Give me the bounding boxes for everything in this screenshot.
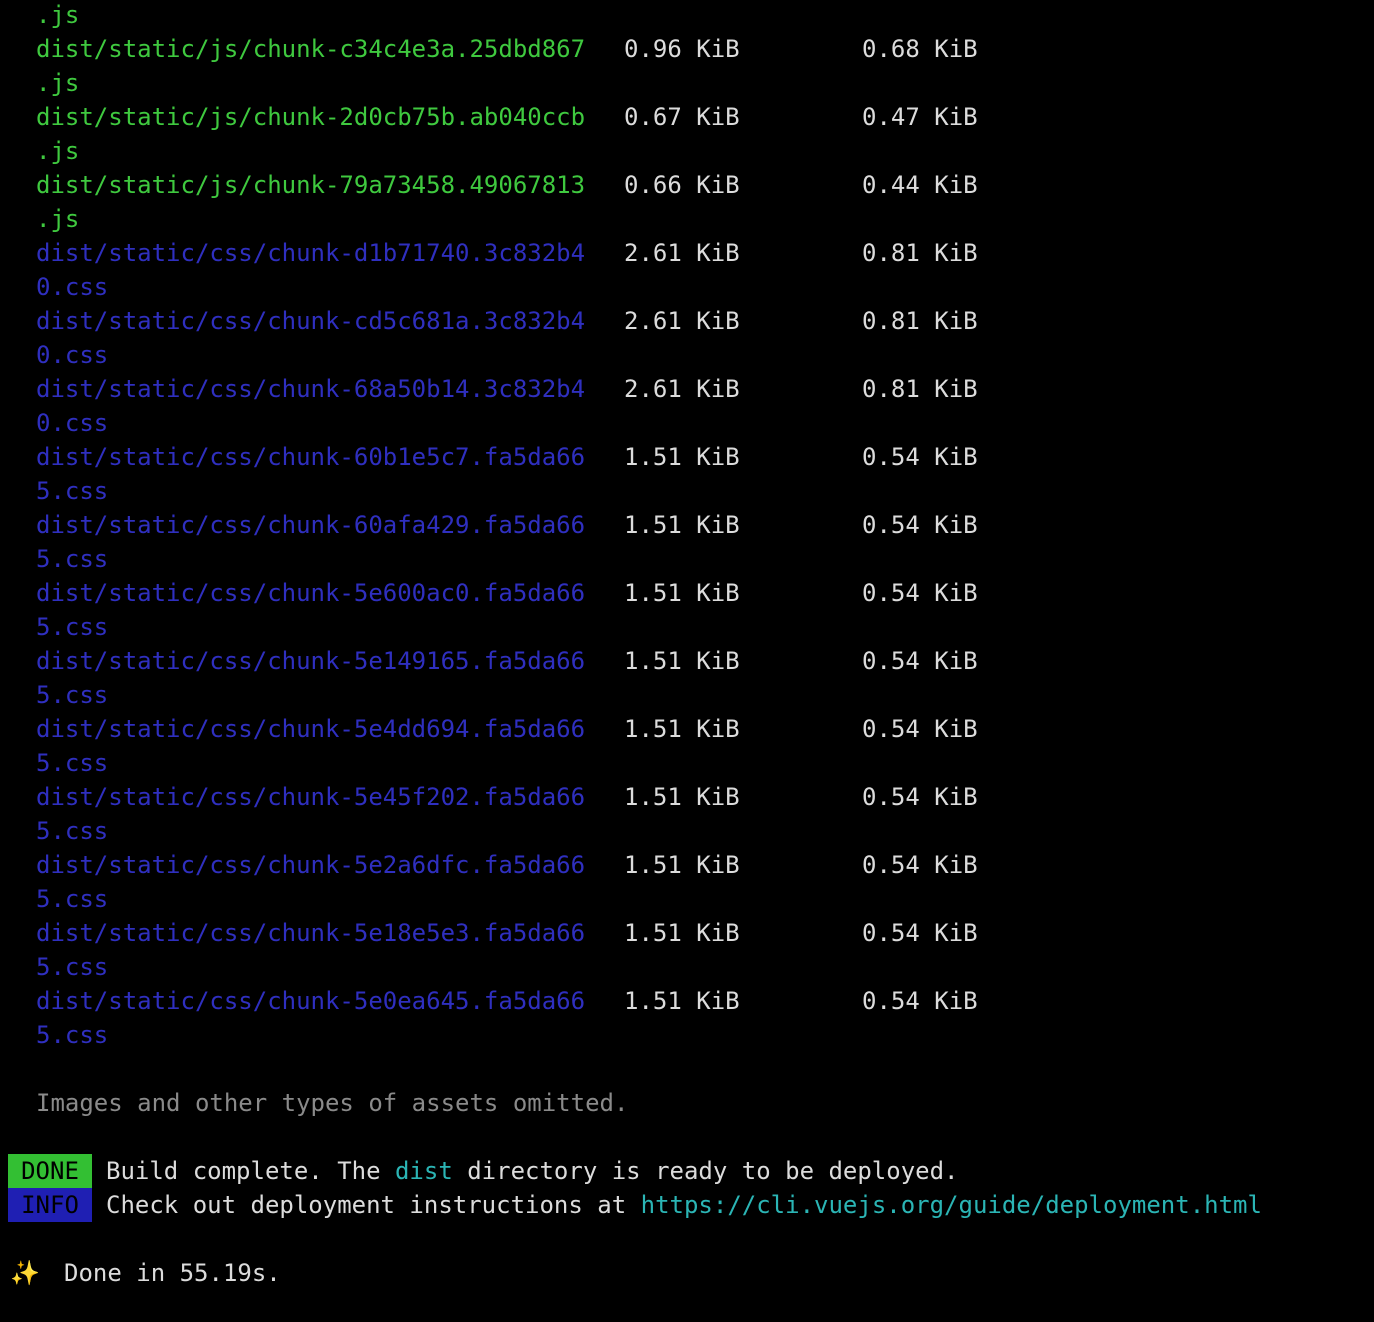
asset-size: 0.66 KiB [624,171,740,199]
asset-gzipped-size: 0.54 KiB [862,783,978,811]
asset-filename: dist/static/css/chunk-60afa429.fa5da66 [36,511,586,539]
asset-gzipped-size: 0.54 KiB [862,647,978,675]
assets-omitted-note: Images and other types of assets omitted… [36,1089,629,1117]
asset-size: 1.51 KiB [624,783,740,811]
asset-filename-continuation: 0.css [36,409,109,437]
asset-gzipped-size: 0.44 KiB [862,171,978,199]
asset-filename-continuation: 5.css [36,477,109,505]
asset-gzipped-size: 0.54 KiB [862,851,978,879]
asset-size: 1.51 KiB [624,647,740,675]
asset-size: 2.61 KiB [624,375,740,403]
asset-filename: dist/static/css/chunk-5e18e5e3.fa5da66 [36,919,586,947]
asset-filename: dist/static/css/chunk-60b1e5c7.fa5da66 [36,443,586,471]
deployment-link[interactable]: https://cli.vuejs.org/guide/deployment.h… [641,1191,1262,1219]
asset-size: 1.51 KiB [624,919,740,947]
dist-highlight: dist [394,1157,453,1185]
asset-filename-continuation: .js [36,205,80,233]
asset-gzipped-size: 0.81 KiB [862,375,978,403]
asset-size: 1.51 KiB [624,715,740,743]
done-badge: DONE [8,1154,92,1188]
asset-gzipped-size: 0.81 KiB [862,239,978,267]
asset-filename-continuation: .js [36,137,80,165]
asset-gzipped-size: 0.54 KiB [862,715,978,743]
asset-gzipped-size: 0.54 KiB [862,987,978,1015]
asset-size: 1.51 KiB [624,511,740,539]
asset-filename-continuation: 5.css [36,1021,109,1049]
asset-filename-continuation: 5.css [36,817,109,845]
asset-filename: dist/static/css/chunk-5e149165.fa5da66 [36,647,586,675]
asset-filename-continuation: 5.css [36,953,109,981]
asset-size: 2.61 KiB [624,239,740,267]
asset-filename-continuation: 5.css [36,749,109,777]
asset-filename: dist/static/css/chunk-5e4dd694.fa5da66 [36,715,586,743]
sparkle-icon: ✨ [10,1259,40,1287]
terminal-window: .js dist/static/js/chunk-c34c4e3a.25dbd86… [0,0,1374,1322]
asset-filename-continuation: 0.css [36,341,109,369]
done-message-post: directory is ready to be deployed. [452,1157,959,1185]
done-message-pre: Build complete. The [106,1157,395,1185]
asset-filename: dist/static/js/chunk-79a73458.49067813 [36,171,586,199]
info-message-pre: Check out deployment instructions at [106,1191,641,1219]
asset-gzipped-size: 0.68 KiB [862,35,978,63]
asset-gzipped-size: 0.54 KiB [862,511,978,539]
done-message: Build complete. The dist directory is re… [106,1154,959,1188]
asset-size: 1.51 KiB [624,851,740,879]
asset-size: 1.51 KiB [624,443,740,471]
asset-filename: dist/static/css/chunk-5e2a6dfc.fa5da66 [36,851,586,879]
asset-filename-continuation: 5.css [36,885,109,913]
asset-size: 1.51 KiB [624,579,740,607]
info-message: Check out deployment instructions at htt… [106,1188,1262,1222]
asset-gzipped-size: 0.81 KiB [862,307,978,335]
asset-filename: dist/static/css/chunk-cd5c681a.3c832b4 [36,307,586,335]
asset-filename: dist/static/css/chunk-d1b71740.3c832b4 [36,239,586,267]
asset-filename-continuation: .js [36,69,80,97]
asset-filename-continuation: .js [36,1,80,29]
asset-gzipped-size: 0.47 KiB [862,103,978,131]
asset-filename: dist/static/css/chunk-5e0ea645.fa5da66 [36,987,586,1015]
asset-gzipped-size: 0.54 KiB [862,443,978,471]
asset-size: 0.96 KiB [624,35,740,63]
asset-filename: dist/static/css/chunk-5e600ac0.fa5da66 [36,579,586,607]
asset-size: 0.67 KiB [624,103,740,131]
asset-gzipped-size: 0.54 KiB [862,579,978,607]
asset-size: 1.51 KiB [624,987,740,1015]
asset-size: 2.61 KiB [624,307,740,335]
asset-filename-continuation: 0.css [36,273,109,301]
info-badge: INFO [8,1188,92,1222]
asset-filename-continuation: 5.css [36,545,109,573]
asset-filename-continuation: 5.css [36,613,109,641]
asset-filename: dist/static/css/chunk-68a50b14.3c832b4 [36,375,586,403]
asset-filename: dist/static/css/chunk-5e45f202.fa5da66 [36,783,586,811]
asset-filename: dist/static/js/chunk-c34c4e3a.25dbd867 [36,35,586,63]
asset-filename: dist/static/js/chunk-2d0cb75b.ab040ccb [36,103,586,131]
asset-filename-continuation: 5.css [36,681,109,709]
asset-gzipped-size: 0.54 KiB [862,919,978,947]
done-time-message: Done in 55.19s. [64,1259,281,1287]
